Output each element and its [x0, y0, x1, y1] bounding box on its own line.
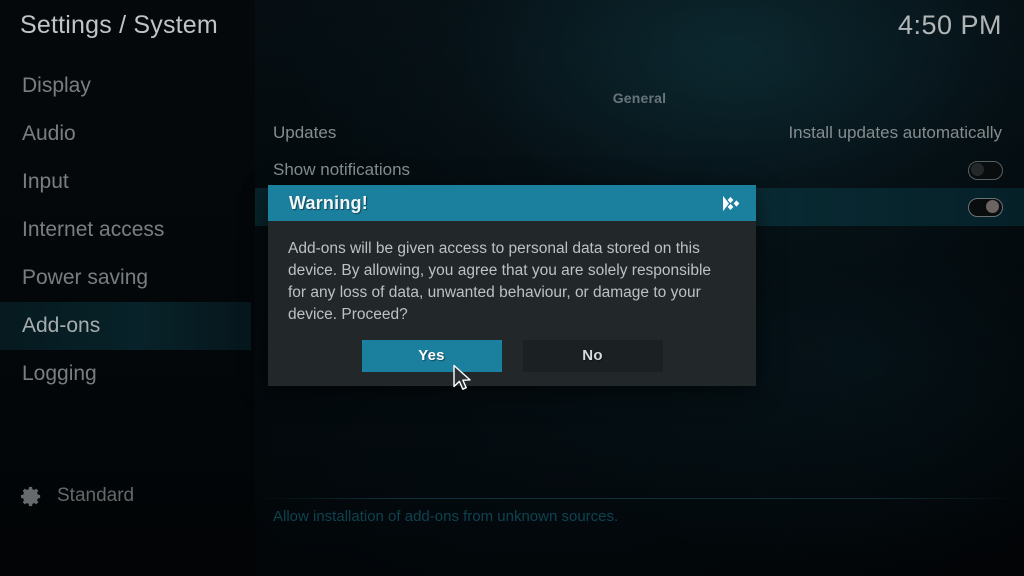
toggle-knob [986, 200, 999, 213]
setting-value: Install updates automatically [788, 123, 1002, 142]
sidebar-item-label: Logging [22, 362, 97, 385]
kodi-logo-icon [719, 192, 742, 215]
top-bar: Settings / System 4:50 PM [0, 0, 1024, 62]
warning-dialog: Warning! Add-ons will be given access to… [268, 185, 756, 386]
gear-icon [20, 485, 43, 508]
kodi-settings-screen: Settings / System 4:50 PM Display Audio … [0, 0, 1024, 576]
settings-level-selector[interactable]: Standard [0, 472, 251, 520]
sidebar-item-internet-access[interactable]: Internet access [0, 206, 251, 254]
sidebar-item-label: Display [22, 74, 91, 97]
toggle-knob [971, 163, 984, 176]
section-header-general: General [612, 90, 667, 106]
settings-level-label: Standard [57, 485, 135, 506]
dialog-header: Warning! [268, 185, 756, 221]
sidebar-item-logging[interactable]: Logging [0, 350, 251, 398]
dialog-message: Add-ons will be given access to personal… [288, 240, 712, 323]
sidebar-item-display[interactable]: Display [0, 62, 251, 110]
dialog-body: Add-ons will be given access to personal… [268, 221, 756, 326]
sidebar-item-input[interactable]: Input [0, 158, 251, 206]
dialog-title: Warning! [289, 192, 368, 213]
sidebar-item-add-ons[interactable]: Add-ons [0, 302, 251, 350]
setting-row-updates[interactable]: Updates Install updates automatically [255, 114, 1024, 152]
toggle-show-notifications[interactable] [968, 160, 1003, 180]
sidebar-nav: Display Audio Input Internet access Powe… [0, 62, 251, 576]
toggle-unknown-sources[interactable] [968, 197, 1003, 217]
setting-label: Show notifications [273, 160, 411, 179]
sidebar-item-label: Internet access [22, 218, 165, 241]
dialog-button-row: Yes No [268, 340, 756, 372]
sidebar-item-label: Audio [22, 122, 76, 145]
sidebar-item-power-saving[interactable]: Power saving [0, 254, 251, 302]
page-title: Settings / System [20, 11, 218, 39]
help-separator [255, 498, 1024, 499]
setting-row-show-notifications[interactable]: Show notifications [255, 151, 1024, 189]
help-description: Allow installation of add-ons from unkno… [273, 508, 619, 525]
no-button[interactable]: No [522, 340, 663, 372]
sidebar-item-label: Power saving [22, 266, 149, 289]
sidebar-item-label: Input [22, 170, 69, 193]
sidebar-item-audio[interactable]: Audio [0, 110, 251, 158]
setting-label: Updates [273, 123, 337, 142]
system-clock: 4:50 PM [897, 10, 1002, 40]
sidebar-item-label: Add-ons [22, 314, 101, 337]
yes-button[interactable]: Yes [361, 340, 502, 372]
